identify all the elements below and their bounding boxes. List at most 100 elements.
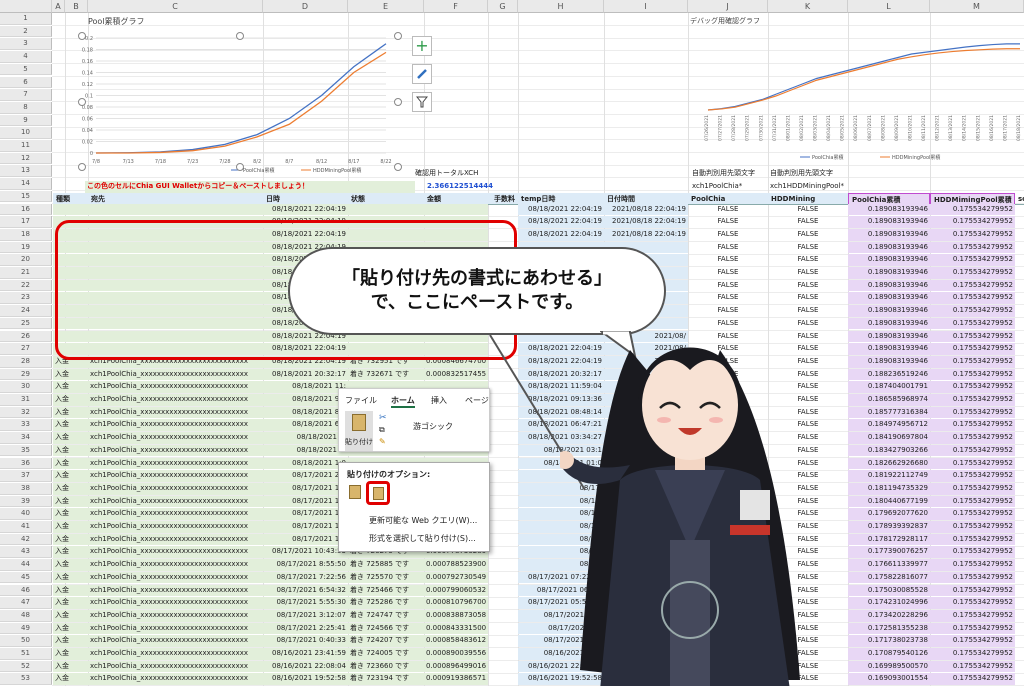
- table-cell-e[interactable]: 着き 723660 です: [348, 660, 424, 673]
- column-header-B[interactable]: B: [65, 0, 88, 13]
- table-cell-m[interactable]: 0.175534279952: [930, 622, 1015, 635]
- table-cell-c[interactable]: xch1PoolChia_xxxxxxxxxxxxxxxxxxxxxxxxxx: [88, 457, 263, 470]
- table-cell-m[interactable]: 0.175534279952: [930, 216, 1015, 228]
- table-cell-m[interactable]: 0.175534279952: [930, 609, 1015, 622]
- table-cell-c[interactable]: xch1PoolChia_xxxxxxxxxxxxxxxxxxxxxxxxxx: [88, 495, 263, 508]
- table-cell-c[interactable]: xch1PoolChia_xxxxxxxxxxxxxxxxxxxxxxxxxx: [88, 609, 263, 622]
- table-cell-f[interactable]: 0.000838873058: [424, 609, 488, 622]
- font-name-box[interactable]: 游ゴシック: [413, 421, 453, 432]
- table-cell-l[interactable]: 0.189083193946: [848, 343, 930, 355]
- table-cell-m[interactable]: 0.175534279952: [930, 292, 1015, 305]
- row-header[interactable]: 28: [0, 355, 52, 368]
- table-cell-k[interactable]: FALSE: [768, 204, 848, 216]
- table-cell-c[interactable]: xch1PoolChia_xxxxxxxxxxxxxxxxxxxxxxxxxx: [88, 571, 263, 584]
- table-cell-m[interactable]: 0.175534279952: [930, 571, 1015, 584]
- row-header[interactable]: 14: [0, 178, 52, 190]
- table-cell-e[interactable]: 着き 725466 です: [348, 584, 424, 597]
- row-header[interactable]: 52: [0, 660, 52, 673]
- table-cell-h[interactable]: 08/18/2021 22:04:19: [518, 228, 604, 241]
- tab-page[interactable]: ページ: [465, 395, 489, 406]
- row-header[interactable]: 12: [0, 152, 52, 165]
- row-header[interactable]: 45: [0, 571, 52, 584]
- table-cell-c[interactable]: xch1PoolChia_xxxxxxxxxxxxxxxxxxxxxxxxxx: [88, 482, 263, 495]
- row-header[interactable]: 35: [0, 444, 52, 457]
- table-cell-k[interactable]: FALSE: [768, 242, 848, 254]
- table-cell-d[interactable]: 08/16/2021 23:41:59: [263, 648, 348, 660]
- table-cell-c[interactable]: xch1PoolChia_xxxxxxxxxxxxxxxxxxxxxxxxxx: [88, 508, 263, 520]
- row-header[interactable]: 5: [0, 63, 52, 76]
- table-cell-m[interactable]: 0.175534279952: [930, 470, 1015, 482]
- table-cell-m[interactable]: 0.175534279952: [930, 267, 1015, 279]
- table-cell-c[interactable]: xch1PoolChia_xxxxxxxxxxxxxxxxxxxxxxxxxx: [88, 622, 263, 635]
- table-cell-d[interactable]: 08/17/2021 6:54:32: [263, 584, 348, 597]
- table-cell-d[interactable]: 08/16/2021 19:52:58: [263, 673, 348, 686]
- table-cell-l[interactable]: 0.188236519246: [848, 368, 930, 381]
- row-header[interactable]: 24: [0, 305, 52, 317]
- table-cell-c[interactable]: xch1PoolChia_xxxxxxxxxxxxxxxxxxxxxxxxxx: [88, 394, 263, 406]
- table-cell-m[interactable]: 0.175534279952: [930, 673, 1015, 686]
- row-header[interactable]: 40: [0, 508, 52, 520]
- row-header[interactable]: 31: [0, 394, 52, 406]
- table-cell-c[interactable]: xch1PoolChia_xxxxxxxxxxxxxxxxxxxxxxxxxx: [88, 597, 263, 609]
- table-cell-f[interactable]: 0.000810796700: [424, 597, 488, 609]
- table-cell-l[interactable]: 0.175822816077: [848, 571, 930, 584]
- resize-handle[interactable]: [394, 163, 402, 171]
- table-cell-i[interactable]: 2021/08/18 22:04:19: [604, 216, 688, 228]
- resize-handle[interactable]: [78, 98, 86, 106]
- resize-handle[interactable]: [394, 98, 402, 106]
- table-cell-d[interactable]: 08/17/2021 10:43:53: [263, 546, 348, 559]
- table-cell-m[interactable]: 0.175534279952: [930, 317, 1015, 330]
- table-cell-l[interactable]: 0.174231024996: [848, 597, 930, 609]
- table-cell-c[interactable]: xch1PoolChia_xxxxxxxxxxxxxxxxxxxxxxxxxx: [88, 419, 263, 432]
- table-cell-l[interactable]: 0.178172928117: [848, 533, 930, 546]
- table-cell-b[interactable]: 入金: [53, 660, 88, 673]
- table-cell-b[interactable]: 入金: [53, 482, 88, 495]
- table-cell-d[interactable]: 08/16/2021 22:08:04: [263, 660, 348, 673]
- table-cell-b[interactable]: 入金: [53, 432, 88, 444]
- row-header[interactable]: 44: [0, 559, 52, 571]
- table-cell-b[interactable]: 入金: [53, 571, 88, 584]
- row-header[interactable]: 53: [0, 673, 52, 686]
- table-cell-m[interactable]: 0.175534279952: [930, 521, 1015, 533]
- table-cell-b[interactable]: 入金: [53, 381, 88, 393]
- column-header-A[interactable]: A: [52, 0, 65, 13]
- row-header[interactable]: 15: [0, 190, 52, 203]
- table-cell-d[interactable]: 08/18/2021 9:1: [263, 394, 348, 406]
- table-cell-i[interactable]: 2021/08/18 22:04:19: [604, 228, 688, 241]
- column-header-I[interactable]: I: [604, 0, 688, 13]
- row-header[interactable]: 13: [0, 165, 52, 178]
- table-cell-b[interactable]: 入金: [53, 470, 88, 482]
- table-cell-l[interactable]: 0.169093001554: [848, 673, 930, 686]
- row-header[interactable]: 1: [0, 13, 52, 25]
- chart-elements-button[interactable]: +: [412, 36, 432, 56]
- table-cell-j[interactable]: FALSE: [688, 242, 768, 254]
- table-cell-m[interactable]: 0.175534279952: [930, 584, 1015, 597]
- table-cell-m[interactable]: 0.175534279952: [930, 559, 1015, 571]
- table-cell-d[interactable]: 08/17/2021 2:25:41: [263, 622, 348, 635]
- row-header[interactable]: 19: [0, 241, 52, 254]
- table-cell-d[interactable]: 08/18/2021 3:: [263, 444, 348, 457]
- table-cell-f[interactable]: 0.000896499016: [424, 660, 488, 673]
- row-header[interactable]: 20: [0, 254, 52, 266]
- table-cell-l[interactable]: 0.178939392837: [848, 521, 930, 533]
- row-header[interactable]: 3: [0, 38, 52, 51]
- table-cell-m[interactable]: 0.175534279952: [930, 228, 1015, 241]
- table-cell-l[interactable]: 0.179692077620: [848, 508, 930, 520]
- table-cell-m[interactable]: 0.175534279952: [930, 368, 1015, 381]
- table-cell-b[interactable]: 入金: [53, 406, 88, 419]
- table-cell-e[interactable]: 着き 723194 です: [348, 673, 424, 686]
- table-cell-b[interactable]: 入金: [53, 419, 88, 432]
- table-cell-b[interactable]: 入金: [53, 622, 88, 635]
- table-cell-b[interactable]: 入金: [53, 533, 88, 546]
- table-cell-d[interactable]: 08/17/2021 15:: [263, 508, 348, 520]
- row-header[interactable]: 32: [0, 406, 52, 419]
- table-cell-l[interactable]: 0.182662926680: [848, 457, 930, 470]
- table-cell-l[interactable]: 0.177390076257: [848, 546, 930, 559]
- row-header[interactable]: 22: [0, 279, 52, 292]
- table-cell-m[interactable]: 0.175534279952: [930, 406, 1015, 419]
- row-header[interactable]: 17: [0, 216, 52, 228]
- table-cell-m[interactable]: 0.175534279952: [930, 457, 1015, 470]
- table-cell-l[interactable]: 0.169989500570: [848, 660, 930, 673]
- table-cell-m[interactable]: 0.175534279952: [930, 254, 1015, 266]
- table-cell-m[interactable]: 0.175534279952: [930, 419, 1015, 432]
